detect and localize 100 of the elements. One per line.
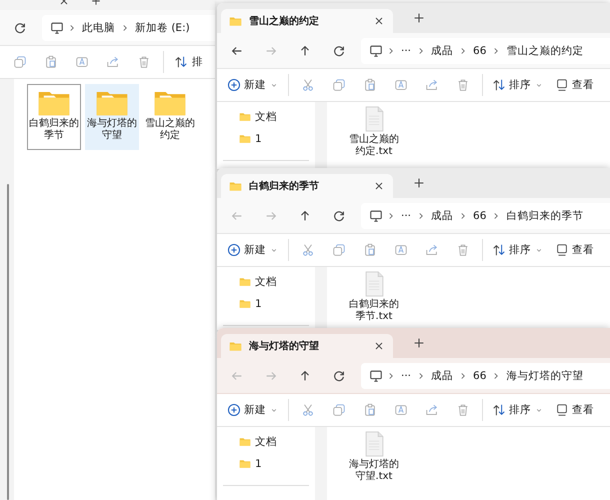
copy-icon [13, 55, 27, 69]
computer-icon [369, 368, 383, 382]
scissors-icon [301, 403, 315, 417]
tab-title: 海与灯塔的守望 [249, 339, 320, 353]
address-bar[interactable]: ··· 成品 66 海与灯塔的守望 [361, 362, 610, 388]
breadcrumb[interactable]: 雪山之巅的约定 [504, 44, 586, 58]
clipboard-icon [363, 78, 377, 92]
trash-icon [456, 78, 470, 92]
folder-icon [239, 276, 251, 288]
breadcrumb[interactable]: 新加卷 (E:) [133, 20, 192, 34]
text-file-icon [364, 431, 384, 457]
close-icon [373, 180, 385, 192]
overflow-button[interactable]: ··· [399, 370, 414, 382]
nav-item[interactable]: 1 [217, 128, 315, 150]
share-icon [425, 403, 439, 417]
plus-icon [412, 336, 426, 350]
window-tab[interactable]: 雪山之巅的约定 [221, 9, 393, 33]
copy-icon [332, 403, 346, 417]
breadcrumb[interactable]: 66 [471, 370, 488, 382]
folder-icon [239, 458, 251, 470]
trash-icon [456, 243, 470, 257]
file-item[interactable]: 海与灯塔的守望.txt [345, 431, 403, 500]
clipboard-icon [44, 55, 58, 69]
computer-icon [369, 44, 383, 58]
up-arrow-icon [298, 208, 312, 222]
breadcrumb[interactable]: 66 [471, 210, 488, 222]
plus-icon [412, 176, 426, 190]
share-icon [425, 243, 439, 257]
nav-item[interactable]: 1 [217, 293, 315, 315]
scissors-icon [301, 78, 315, 92]
text-file-icon [364, 271, 384, 297]
breadcrumb[interactable]: 海与灯塔的守望 [504, 368, 586, 382]
sort-button[interactable]: 排序 [490, 237, 546, 263]
folder-icon [239, 111, 251, 123]
view-button[interactable]: 查看 [553, 72, 596, 98]
sort-button[interactable]: 排 [171, 49, 206, 75]
computer-icon [369, 208, 383, 222]
folder-item[interactable]: 雪山之巅的约定 [143, 84, 197, 150]
folder-icon [229, 14, 242, 28]
folder-item[interactable]: 海与灯塔的守望 [85, 84, 139, 150]
breadcrumb[interactable]: 此电脑 [80, 20, 117, 34]
window-tab[interactable]: 海与灯塔的守望 [221, 334, 393, 358]
copy-icon [332, 78, 346, 92]
address-bar[interactable]: 此电脑 新加卷 (E:) [42, 14, 215, 40]
computer-icon [50, 20, 64, 34]
folder-icon [239, 436, 251, 448]
trash-icon [137, 55, 151, 69]
monitor-icon [555, 78, 569, 92]
folder-icon [229, 180, 242, 192]
plus-circle-icon [227, 243, 241, 257]
rename-icon [394, 243, 408, 257]
breadcrumb[interactable]: 成品 [429, 44, 456, 58]
breadcrumb[interactable]: 成品 [429, 368, 456, 382]
folder-icon [229, 340, 242, 352]
new-button[interactable]: 新建 [225, 72, 281, 98]
scrollbar[interactable] [7, 184, 9, 500]
address-bar[interactable]: ··· 成品 66 雪山之巅的约定 [361, 38, 610, 64]
sort-icon [492, 403, 506, 417]
folder-icon [154, 89, 186, 116]
file-item[interactable]: 雪山之巅的约定.txt [345, 106, 403, 169]
scissors-icon [301, 243, 315, 257]
new-button[interactable]: 新建 [225, 237, 281, 263]
new-button[interactable]: 新建 [225, 397, 281, 423]
breadcrumb[interactable]: 白鹤归来的季节 [504, 208, 586, 222]
view-button[interactable]: 查看 [553, 397, 596, 423]
overflow-button[interactable]: ··· [399, 210, 414, 222]
folder-icon [239, 298, 251, 310]
breadcrumb[interactable]: 66 [471, 44, 488, 56]
folder-icon [96, 89, 128, 116]
sort-icon [174, 55, 188, 69]
rename-icon [75, 55, 89, 69]
close-icon [373, 15, 385, 27]
address-bar[interactable]: ··· 成品 66 白鹤归来的季节 [361, 202, 610, 228]
share-icon [106, 55, 120, 69]
tab-title: 白鹤归来的季节 [249, 180, 320, 193]
nav-item[interactable]: 文档 [217, 271, 315, 293]
view-button[interactable]: 查看 [553, 237, 596, 263]
sort-button[interactable]: 排序 [490, 72, 546, 98]
overflow-button[interactable]: ··· [399, 44, 414, 56]
nav-item[interactable]: 1 [217, 453, 315, 475]
text-file-icon [364, 106, 384, 132]
up-arrow-icon [298, 44, 312, 58]
rename-icon [394, 78, 408, 92]
folder-icon [38, 89, 70, 116]
nav-item[interactable]: 文档 [217, 431, 315, 453]
tab-title: 雪山之巅的约定 [249, 14, 320, 28]
monitor-icon [555, 243, 569, 257]
copy-icon [332, 243, 346, 257]
plus-icon [412, 11, 426, 25]
window-tab[interactable]: 白鹤归来的季节 [221, 174, 393, 198]
refresh-icon [332, 208, 346, 222]
trash-icon [456, 403, 470, 417]
folder-item[interactable]: 白鹤归来的季节 [27, 84, 81, 150]
breadcrumb[interactable]: 成品 [429, 208, 456, 222]
file-item[interactable]: 白鹤归来的季节.txt [345, 271, 403, 330]
monitor-icon [555, 403, 569, 417]
nav-item[interactable]: 文档 [217, 106, 315, 128]
sort-button[interactable]: 排序 [490, 397, 546, 423]
clipboard-icon [363, 403, 377, 417]
rename-icon [394, 403, 408, 417]
